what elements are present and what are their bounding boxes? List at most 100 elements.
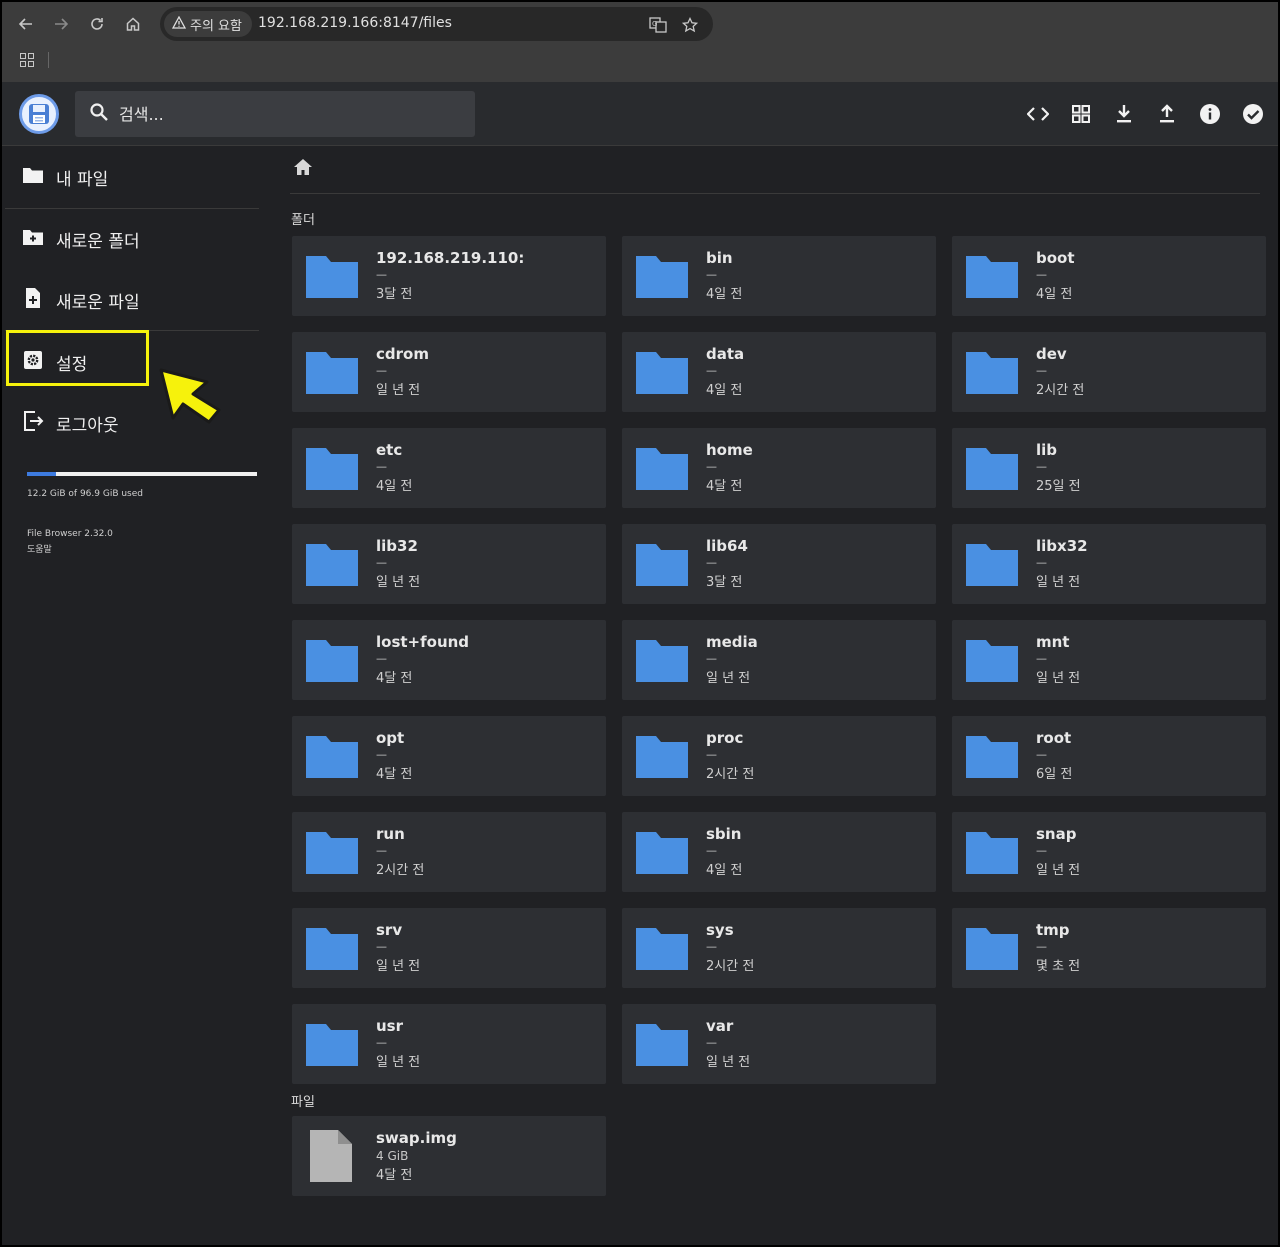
- back-icon[interactable]: [14, 12, 38, 36]
- folder-name: libx32: [1036, 537, 1088, 555]
- folder-size: —: [376, 940, 387, 953]
- upload-icon[interactable]: [1154, 101, 1180, 127]
- folder-item[interactable]: lib64— 3달 전: [622, 524, 936, 604]
- download-icon[interactable]: [1111, 101, 1137, 127]
- grid-view-icon[interactable]: [1068, 101, 1094, 127]
- folder-icon: [304, 252, 360, 304]
- sidebar-item-my-files[interactable]: 내 파일: [22, 165, 108, 190]
- file-icon: [308, 1128, 354, 1188]
- folder-icon: [304, 828, 360, 880]
- folder-size: —: [1036, 556, 1047, 569]
- folder-icon: [634, 924, 690, 976]
- folder-name: media: [706, 633, 758, 651]
- folder-size: —: [1036, 748, 1047, 761]
- folder-modified: 일 년 전: [376, 959, 421, 974]
- floppy-disk-icon: [29, 104, 49, 124]
- folder-name: sbin: [706, 825, 742, 843]
- reload-icon[interactable]: [85, 12, 109, 36]
- folder-name: opt: [376, 729, 405, 747]
- folder-item[interactable]: 192.168.219.110: — 3달 전: [292, 236, 606, 316]
- home-browser-icon[interactable]: [121, 12, 145, 36]
- folder-modified: 일 년 전: [376, 575, 421, 590]
- folder-icon: [304, 348, 360, 400]
- folder-name: dev: [1036, 345, 1067, 363]
- folder-name: lib64: [706, 537, 748, 555]
- folder-item[interactable]: sbin — 4일 전: [622, 812, 936, 892]
- folder-modified: 몇 초 전: [1036, 959, 1081, 974]
- folder-size: —: [706, 940, 717, 953]
- folder-name: lib32: [376, 537, 418, 555]
- folder-icon: [964, 924, 1020, 976]
- folder-icon: [964, 252, 1020, 304]
- folder-item[interactable]: boot — 4일 전: [952, 236, 1266, 316]
- disk-usage-text: 12.2 GiB of 96.9 GiB used: [27, 489, 143, 499]
- file-item[interactable]: swap.img 4 GiB 4달 전: [292, 1116, 606, 1196]
- breadcrumb-home-icon[interactable]: [292, 159, 314, 181]
- sidebar-item-new-file[interactable]: 새로운 파일: [22, 287, 140, 314]
- folder-modified: 일 년 전: [1036, 863, 1081, 878]
- folder-name: proc: [706, 729, 744, 747]
- folder-item[interactable]: libx32— 일 년 전: [952, 524, 1266, 604]
- folder-item[interactable]: lib32— 일 년 전: [292, 524, 606, 604]
- folder-item[interactable]: usr — 일 년 전: [292, 1004, 606, 1084]
- folder-size: —: [706, 556, 717, 569]
- folder-size: —: [1036, 460, 1047, 473]
- folder-item[interactable]: media — 일 년 전: [622, 620, 936, 700]
- url-text[interactable]: 192.168.219.166:8147/files: [258, 15, 452, 31]
- search-input[interactable]: [119, 104, 449, 124]
- folder-item[interactable]: snap — 일 년 전: [952, 812, 1266, 892]
- folder-modified: 4달 전: [376, 671, 413, 686]
- code-icon[interactable]: [1025, 101, 1051, 127]
- apps-grid-icon[interactable]: [20, 53, 34, 67]
- check-circle-icon[interactable]: [1240, 101, 1266, 127]
- folder-item[interactable]: lib — 25일 전: [952, 428, 1266, 508]
- folder-modified: 25일 전: [1036, 479, 1081, 494]
- folder-item[interactable]: cdrom — 일 년 전: [292, 332, 606, 412]
- folder-item[interactable]: opt — 4달 전: [292, 716, 606, 796]
- folder-item[interactable]: data — 4일 전: [622, 332, 936, 412]
- folder-item[interactable]: tmp — 몇 초 전: [952, 908, 1266, 988]
- bookmark-star-icon[interactable]: [680, 15, 700, 35]
- folder-item[interactable]: sys — 2시간 전: [622, 908, 936, 988]
- folder-size: —: [1036, 268, 1047, 281]
- folder-size: —: [376, 652, 387, 665]
- folder-item[interactable]: proc — 2시간 전: [622, 716, 936, 796]
- forward-icon[interactable]: [49, 12, 73, 36]
- folder-modified: 6일 전: [1036, 767, 1073, 782]
- translate-icon[interactable]: G: [648, 15, 668, 35]
- sidebar-item-logout[interactable]: 로그아웃: [22, 410, 119, 437]
- address-bar[interactable]: 주의 요함 192.168.219.166:8147/files G: [160, 7, 713, 41]
- folder-size: —: [376, 460, 387, 473]
- folder-item[interactable]: lost+found — 4달 전: [292, 620, 606, 700]
- folder-item[interactable]: bin — 4일 전: [622, 236, 936, 316]
- files-section-title: 파일: [291, 1095, 315, 1110]
- folder-item[interactable]: srv — 일 년 전: [292, 908, 606, 988]
- folder-item[interactable]: root — 6일 전: [952, 716, 1266, 796]
- folder-name: 192.168.219.110:: [376, 249, 525, 267]
- file-listing: 폴더 192.168.219.110: —3달 전 bin —4일 전 boot —4일 …: [272, 147, 1278, 1245]
- filebrowser-logo[interactable]: [19, 94, 59, 134]
- sidebar-item-label: 새로운 폴더: [56, 232, 140, 252]
- folder-name: data: [706, 345, 745, 363]
- folder-item[interactable]: var — 일 년 전: [622, 1004, 936, 1084]
- folder-item[interactable]: home — 4달 전: [622, 428, 936, 508]
- sidebar-item-label: 새로운 파일: [56, 293, 140, 313]
- svg-text:G: G: [652, 20, 657, 28]
- search-icon: [89, 102, 109, 126]
- search-box[interactable]: [75, 91, 475, 137]
- file-name: swap.img: [376, 1129, 457, 1147]
- folder-item[interactable]: run — 2시간 전: [292, 812, 606, 892]
- security-warning-chip[interactable]: 주의 요함: [164, 11, 252, 37]
- folder-item[interactable]: mnt — 일 년 전: [952, 620, 1266, 700]
- folder-item[interactable]: etc — 4일 전: [292, 428, 606, 508]
- help-link[interactable]: 도움말: [27, 542, 52, 555]
- folder-name: var: [706, 1017, 734, 1035]
- folder-item[interactable]: dev — 2시간 전: [952, 332, 1266, 412]
- folder-modified: 4일 전: [706, 287, 743, 302]
- folder-name: tmp: [1036, 921, 1070, 939]
- disk-usage-bar: [27, 472, 257, 476]
- sidebar-item-new-folder[interactable]: 새로운 폴더: [22, 227, 140, 252]
- info-icon[interactable]: [1197, 101, 1223, 127]
- folder-name: run: [376, 825, 405, 843]
- folder-icon: [304, 924, 360, 976]
